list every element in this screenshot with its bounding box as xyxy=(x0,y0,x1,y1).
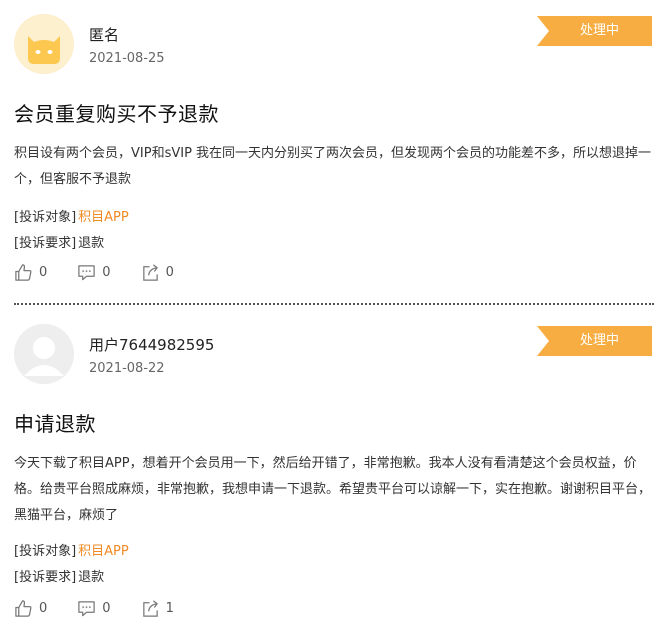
complaint-target-label: [投诉对象] xyxy=(14,544,77,559)
complaint-title[interactable]: 会员重复购买不予退款 xyxy=(14,98,219,127)
username[interactable]: 用户7644982595 xyxy=(89,334,214,355)
post-date: 2021-08-25 xyxy=(89,51,165,66)
share-count: 1 xyxy=(165,601,174,616)
status-badge: 处理中 xyxy=(537,16,652,46)
complaint-target-row: [投诉对象] 积目APP xyxy=(14,540,129,559)
complaint-content: 今天下载了积目APP，想着开个会员用一下，然后给开错了，非常抱歉。我本人没有看清… xyxy=(14,456,652,523)
complaint-card: 用户7644982595 2021-08-22 处理中 申请退款 今天下载了积目… xyxy=(0,310,662,633)
comment-button[interactable]: 0 xyxy=(77,263,111,282)
comment-icon xyxy=(78,601,95,617)
complaint-request-label: [投诉要求] xyxy=(14,570,77,585)
complaint-request-value: 退款 xyxy=(78,570,105,585)
complaint-request-row: [投诉要求] 退款 xyxy=(14,232,104,251)
cat-avatar-icon[interactable] xyxy=(14,14,74,74)
complaint-request-value: 退款 xyxy=(78,236,105,251)
like-count: 0 xyxy=(39,601,48,616)
comment-count: 0 xyxy=(102,601,111,616)
comment-icon xyxy=(78,265,95,281)
complaint-target-label: [投诉对象] xyxy=(14,210,77,225)
comment-count: 0 xyxy=(102,265,111,280)
share-count: 0 xyxy=(165,265,174,280)
username[interactable]: 匿名 xyxy=(89,24,119,45)
share-button[interactable]: 1 xyxy=(141,599,174,618)
post-divider xyxy=(14,303,654,305)
default-user-avatar-icon[interactable] xyxy=(14,324,74,384)
share-button[interactable]: 0 xyxy=(141,263,174,282)
complaint-card: 匿名 2021-08-25 处理中 会员重复购买不予退款 积目设有两个会员，VI… xyxy=(0,0,662,305)
action-bar: 0 0 1 xyxy=(14,599,204,618)
complaint-content: 积目设有两个会员，VIP和sVIP 我在同一天内分别买了两次会员，但发现两个会员… xyxy=(14,146,652,187)
complaint-request-label: [投诉要求] xyxy=(14,236,77,251)
status-badge: 处理中 xyxy=(537,326,652,356)
like-button[interactable]: 0 xyxy=(14,599,47,618)
complaint-target-link[interactable]: 积目APP xyxy=(78,544,129,559)
complaint-target-link[interactable]: 积目APP xyxy=(78,210,129,225)
share-icon xyxy=(142,264,158,281)
thumbs-up-icon xyxy=(15,264,32,281)
like-button[interactable]: 0 xyxy=(14,263,47,282)
complaint-target-row: [投诉对象] 积目APP xyxy=(14,206,129,225)
share-icon xyxy=(142,600,158,617)
complaint-title[interactable]: 申请退款 xyxy=(14,408,96,437)
complaint-request-row: [投诉要求] 退款 xyxy=(14,566,104,585)
action-bar: 0 0 0 xyxy=(14,263,204,282)
thumbs-up-icon xyxy=(15,600,32,617)
post-date: 2021-08-22 xyxy=(89,361,165,376)
like-count: 0 xyxy=(39,265,48,280)
comment-button[interactable]: 0 xyxy=(77,599,111,618)
